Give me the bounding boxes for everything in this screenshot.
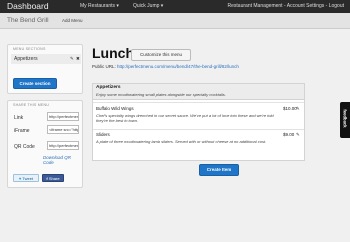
iframe-label: iFrame <box>14 128 30 134</box>
quick-jump-label: Quick Jump <box>133 3 160 9</box>
category-card: Appetizers Enjoy some mouthwatering smal… <box>92 83 305 161</box>
edit-icon[interactable]: ✎ <box>296 132 300 138</box>
restaurant-subbar: The Bend Grill Add Menu <box>0 13 350 29</box>
facebook-icon: f <box>46 176 48 181</box>
item-price: $10.00 <box>283 106 297 111</box>
category-title: Appetizers <box>96 85 121 90</box>
qr-code-field[interactable]: http://perfectmen <box>47 141 79 150</box>
tweet-button[interactable]: ♥ Tweet <box>13 174 39 182</box>
menu-sections-panel: MENU SECTIONS Appetizers ✎ ✖ Create sect… <box>7 44 83 94</box>
section-item-appetizers[interactable]: Appetizers ✎ ✖ <box>11 54 81 64</box>
public-url-link[interactable]: http://perfectmenu.com/menu/bend/47/the-… <box>117 64 239 69</box>
edit-icon[interactable]: ✎ <box>70 54 74 64</box>
tweet-label: Tweet <box>22 176 34 181</box>
my-restaurants-dropdown[interactable]: My Restaurants ▾ <box>80 0 119 13</box>
create-section-button[interactable]: Create section <box>13 78 57 89</box>
create-item-button[interactable]: Create Item <box>199 164 239 176</box>
row-divider <box>93 129 304 130</box>
share-label: Share <box>48 176 60 181</box>
public-url-row: Public URL: http://perfectmenu.com/menu/… <box>92 64 239 69</box>
public-url-label: Public URL: <box>92 64 116 69</box>
quick-jump-dropdown[interactable]: Quick Jump ▾ <box>133 0 163 13</box>
row-divider <box>93 102 304 103</box>
caret-down-icon: ▾ <box>160 3 164 9</box>
restaurant-name: The Bend Grill <box>7 17 49 24</box>
add-menu-link[interactable]: Add Menu <box>62 13 83 28</box>
download-qr-link[interactable]: Download QR Code <box>43 155 82 165</box>
caret-down-icon: ▾ <box>116 3 119 9</box>
item-name: Sliders <box>96 132 110 137</box>
my-restaurants-label: My Restaurants <box>80 3 116 9</box>
link-label: Link <box>14 115 24 121</box>
customize-menu-button[interactable]: Customize this menu <box>131 49 191 61</box>
section-label: Appetizers <box>14 56 38 62</box>
item-price: $9.00 <box>283 132 295 137</box>
qr-code-label: QR Code <box>14 144 35 150</box>
top-navbar: Dashboard My Restaurants ▾ Quick Jump ▾ … <box>0 0 350 13</box>
delete-icon[interactable]: ✖ <box>76 54 80 64</box>
brand-link[interactable]: Dashboard <box>7 0 49 13</box>
feedback-tab[interactable]: feedback <box>340 102 350 138</box>
item-name: Buffalo Wild Wings <box>96 106 134 111</box>
share-menu-panel: SHARE THIS MENU Link http://perfectmen i… <box>7 100 83 188</box>
account-links[interactable]: Restaurant Management - Account Settings… <box>228 0 344 13</box>
share-heading: SHARE THIS MENU <box>13 103 50 107</box>
category-header: Appetizers Enjoy some mouthwatering smal… <box>93 84 304 100</box>
iframe-field[interactable]: <iframe src="http <box>47 125 79 134</box>
feedback-label: feedback <box>342 109 348 128</box>
item-description: A plate of three mouthwatering lamb slid… <box>96 139 267 144</box>
menu-sections-heading: MENU SECTIONS <box>13 47 46 51</box>
menu-title: Lunch <box>92 45 134 61</box>
item-description: Chef's specialty wings drenched in our s… <box>96 113 274 123</box>
facebook-share-button[interactable]: f Share <box>42 174 64 182</box>
link-field[interactable]: http://perfectmen <box>47 112 79 121</box>
category-description: Enjoy some mouthwatering small plates al… <box>96 92 226 97</box>
twitter-bird-icon: ♥ <box>18 176 22 181</box>
edit-icon[interactable]: ✎ <box>296 106 300 112</box>
